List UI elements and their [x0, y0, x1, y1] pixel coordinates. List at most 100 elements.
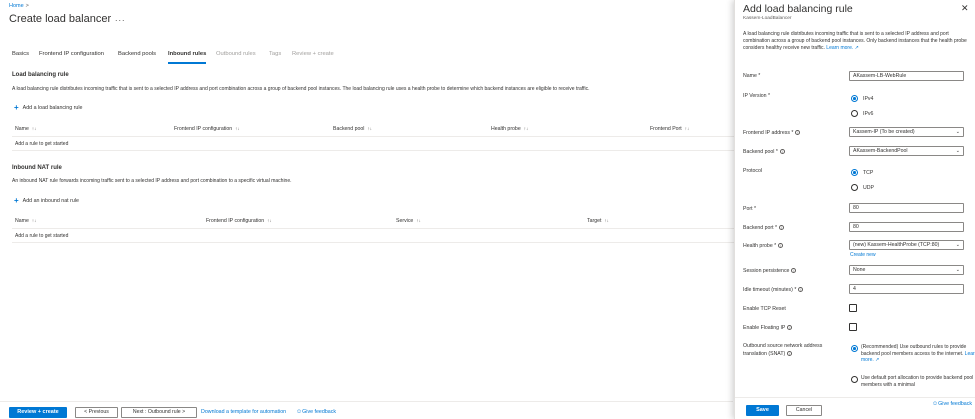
table-row-divider — [12, 150, 734, 151]
next-outbound-rule-button[interactable]: Next : Outbound rule > — [121, 407, 197, 418]
close-icon[interactable]: ✕ — [961, 3, 969, 14]
column-header-name[interactable]: Name ↑↓ — [15, 126, 36, 132]
tcp-label: TCP — [863, 170, 874, 176]
chevron-down-icon: ⌄ — [955, 129, 960, 135]
panel-description: A load balancing rule distributes incomi… — [743, 31, 967, 51]
panel-footer-divider — [735, 397, 975, 398]
column-header-service[interactable]: Service ↑↓ — [396, 218, 421, 224]
panel-subtitle: Kassem-LoadBalancer — [743, 16, 792, 21]
panel-feedback-label: Give feedback — [938, 401, 973, 407]
footer-divider — [0, 401, 733, 402]
column-header-frontend-ip[interactable]: Frontend IP configuration ↑↓ — [206, 218, 272, 224]
external-link-icon: ↗ — [853, 44, 859, 51]
frontend-ip-label: Frontend IP address * i — [743, 130, 801, 136]
table-header-divider — [12, 136, 734, 137]
create-new-probe-link[interactable]: Create new — [850, 252, 876, 258]
lb-rule-section-title: Load balancing rule — [12, 72, 69, 78]
tab-frontend-ip[interactable]: Frontend IP configuration — [39, 51, 104, 57]
name-input[interactable]: AKassem-LB-WebRule — [849, 71, 964, 81]
column-header-backend-pool[interactable]: Backend pool ↑↓ — [333, 126, 372, 132]
info-icon[interactable]: i — [791, 268, 797, 273]
sort-icon: ↑↓ — [604, 218, 609, 223]
info-icon[interactable]: i — [787, 351, 793, 356]
download-template-link[interactable]: Download a template for automation — [201, 409, 286, 415]
lb-rules-empty-message: Add a rule to get started — [15, 141, 69, 147]
port-label: Port * — [743, 206, 756, 212]
add-lb-rule-button[interactable]: + Add a load balancing rule — [14, 103, 82, 112]
table-header-divider — [12, 228, 734, 229]
tab-review-create: Review + create — [292, 51, 334, 57]
backend-pool-select[interactable]: AKassem-BackendPool ⌄ — [849, 146, 964, 156]
snat-outbound-rules-text: (Recommended) Use outbound rules to prov… — [861, 344, 975, 364]
nat-rules-empty-message: Add a rule to get started — [15, 233, 69, 239]
info-icon[interactable]: i — [795, 130, 801, 135]
column-header-name[interactable]: Name ↑↓ — [15, 218, 36, 224]
lb-rule-description: A load balancing rule distributes incomi… — [12, 86, 590, 92]
column-header-target[interactable]: Target ↑↓ — [587, 218, 609, 224]
floating-ip-label: Enable Floating IP i — [743, 325, 793, 331]
sort-icon: ↑↓ — [416, 218, 421, 223]
chevron-down-icon: ⌄ — [955, 267, 960, 273]
port-input[interactable]: 80 — [849, 203, 964, 213]
info-icon[interactable]: i — [779, 225, 785, 230]
nat-rule-description: An inbound NAT rule forwards incoming tr… — [12, 178, 292, 184]
learn-more-link[interactable]: Learn more. — [826, 45, 853, 51]
tcp-reset-checkbox[interactable] — [849, 304, 857, 312]
save-button[interactable]: Save — [746, 405, 779, 416]
panel-feedback-link[interactable]: ☺Give feedback — [932, 401, 972, 407]
breadcrumb: Home > — [9, 3, 29, 9]
chevron-down-icon: ⌄ — [955, 148, 960, 154]
tab-outbound-rules: Outbound rules — [216, 51, 256, 57]
health-probe-select[interactable]: (new) Kassem-HealthProbe (TCP:80) ⌄ — [849, 240, 964, 250]
cancel-button[interactable]: Cancel — [786, 405, 822, 416]
udp-radio[interactable] — [851, 184, 858, 191]
protocol-label: Protocol — [743, 168, 763, 174]
info-icon[interactable]: i — [787, 325, 793, 330]
breadcrumb-home-link[interactable]: Home — [9, 3, 24, 9]
sort-icon: ↑↓ — [267, 218, 272, 223]
external-link-icon: ↗ — [873, 357, 880, 364]
tcp-radio[interactable] — [851, 169, 858, 176]
idle-timeout-input[interactable]: 4 — [849, 284, 964, 294]
tab-inbound-rules[interactable]: Inbound rules — [168, 51, 206, 57]
plus-icon: + — [14, 196, 19, 205]
ipv4-label: IPv4 — [863, 96, 874, 102]
backend-pool-label: Backend pool * i — [743, 149, 785, 155]
breadcrumb-separator: > — [25, 3, 29, 9]
snat-label-line-2: translation (SNAT) i — [743, 351, 793, 357]
panel-title: Add load balancing rule — [743, 3, 853, 15]
sort-icon: ↑↓ — [523, 126, 529, 131]
session-persistence-label: Session persistence i — [743, 268, 797, 274]
sort-icon: ↑↓ — [235, 126, 240, 131]
ip-version-label: IP Version * — [743, 93, 771, 99]
backend-port-input[interactable]: 80 — [849, 222, 964, 232]
health-probe-label: Health probe * i — [743, 243, 784, 249]
give-feedback-link[interactable]: ☺Give feedback — [296, 409, 336, 415]
add-nat-rule-label: Add an inbound nat rule — [22, 198, 79, 204]
info-icon[interactable]: i — [798, 287, 804, 292]
tab-tags: Tags — [269, 51, 282, 57]
info-icon[interactable]: i — [778, 243, 784, 248]
tab-basics[interactable]: Basics — [12, 51, 29, 57]
review-create-button[interactable]: Review + create — [9, 407, 67, 418]
ipv4-radio[interactable] — [851, 95, 858, 102]
column-header-frontend-ip[interactable]: Frontend IP configuration ↑↓ — [174, 126, 240, 132]
snat-outbound-rules-radio[interactable] — [851, 345, 858, 352]
sort-icon: ↑↓ — [684, 126, 690, 131]
more-options-icon[interactable]: ... — [115, 13, 126, 23]
frontend-ip-select[interactable]: Kassem-IP (To be created) ⌄ — [849, 127, 964, 137]
ipv6-radio[interactable] — [851, 110, 858, 117]
info-icon[interactable]: i — [779, 149, 785, 154]
previous-button[interactable]: < Previous — [75, 407, 118, 418]
session-persistence-select[interactable]: None ⌄ — [849, 265, 964, 275]
page-title: Create load balancer — [9, 13, 112, 25]
backend-port-label: Backend port * i — [743, 225, 785, 231]
tcp-reset-label: Enable TCP Reset — [743, 306, 786, 312]
floating-ip-checkbox[interactable] — [849, 323, 857, 331]
column-header-health-probe[interactable]: Health probe ↑↓ — [491, 126, 528, 132]
add-nat-rule-button[interactable]: + Add an inbound nat rule — [14, 196, 79, 205]
column-header-frontend-port[interactable]: Frontend Port ↑↓ — [650, 126, 689, 132]
tab-backend-pools[interactable]: Backend pools — [118, 51, 156, 57]
snat-default-port-radio[interactable] — [851, 376, 858, 383]
snat-label-line-1: Outbound source network address — [743, 343, 823, 349]
